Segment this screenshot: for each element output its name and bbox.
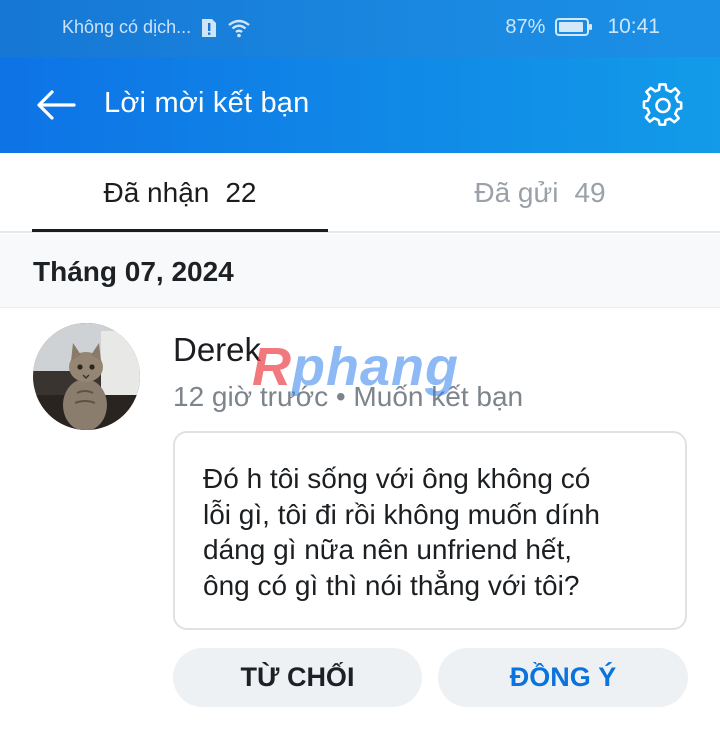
tab-received-count: 22 [225, 177, 257, 208]
decline-button[interactable]: TỪ CHỐI [173, 648, 422, 707]
tab-sent-count: 49 [574, 177, 606, 208]
avatar[interactable] [33, 323, 140, 430]
wifi-icon [228, 19, 250, 37]
gear-icon [642, 83, 683, 126]
arrow-left-icon [37, 90, 76, 120]
active-tab-indicator [32, 229, 328, 232]
carrier-text: Không có dịch... [62, 17, 192, 37]
battery-icon [555, 18, 593, 36]
back-button[interactable] [34, 85, 78, 125]
accept-button[interactable]: ĐỒNG Ý [438, 648, 688, 707]
tab-received[interactable]: Đã nhận 22 [0, 153, 360, 233]
watermark-r: R [252, 337, 292, 397]
app-bar: Lời mời kết bạn [0, 57, 720, 153]
cat-avatar-image [33, 323, 140, 430]
tab-received-label: Đã nhận [103, 177, 210, 208]
message-line: ông có gì thì nói thẳng với tôi? [203, 569, 580, 601]
battery-percent: 87% [505, 15, 546, 38]
tab-sent-label: Đã gửi [474, 177, 559, 208]
page-title: Lời mời kết bạn [104, 87, 310, 119]
request-message: Đó h tôi sống với ông không có lỗi gì, t… [173, 431, 687, 630]
status-bar: Không có dịch... 87% 10:41 [0, 0, 720, 57]
tab-bar: Đã nhận 22 Đã gửi 49 [0, 153, 720, 233]
message-line: dáng gì nữa nên unfriend hết, [203, 534, 573, 565]
tab-sent[interactable]: Đã gửi 49 [360, 153, 720, 233]
message-line: lỗi gì, tôi đi rồi không muốn dính [203, 498, 600, 530]
status-right: 87% 10:41 [505, 15, 660, 39]
status-left: Không có dịch... [62, 17, 251, 38]
section-date: Tháng 07, 2024 [33, 256, 234, 287]
settings-button[interactable] [641, 83, 685, 127]
watermark-logo: Rphang [252, 336, 459, 398]
clock-text: 10:41 [607, 15, 660, 38]
message-line: Đó h tôi sống với ông không có [203, 463, 591, 494]
section-header: Tháng 07, 2024 [0, 234, 720, 308]
requester-name[interactable]: Derek [173, 331, 261, 369]
sim-alert-icon [202, 18, 217, 37]
watermark-text: phang [292, 337, 459, 397]
